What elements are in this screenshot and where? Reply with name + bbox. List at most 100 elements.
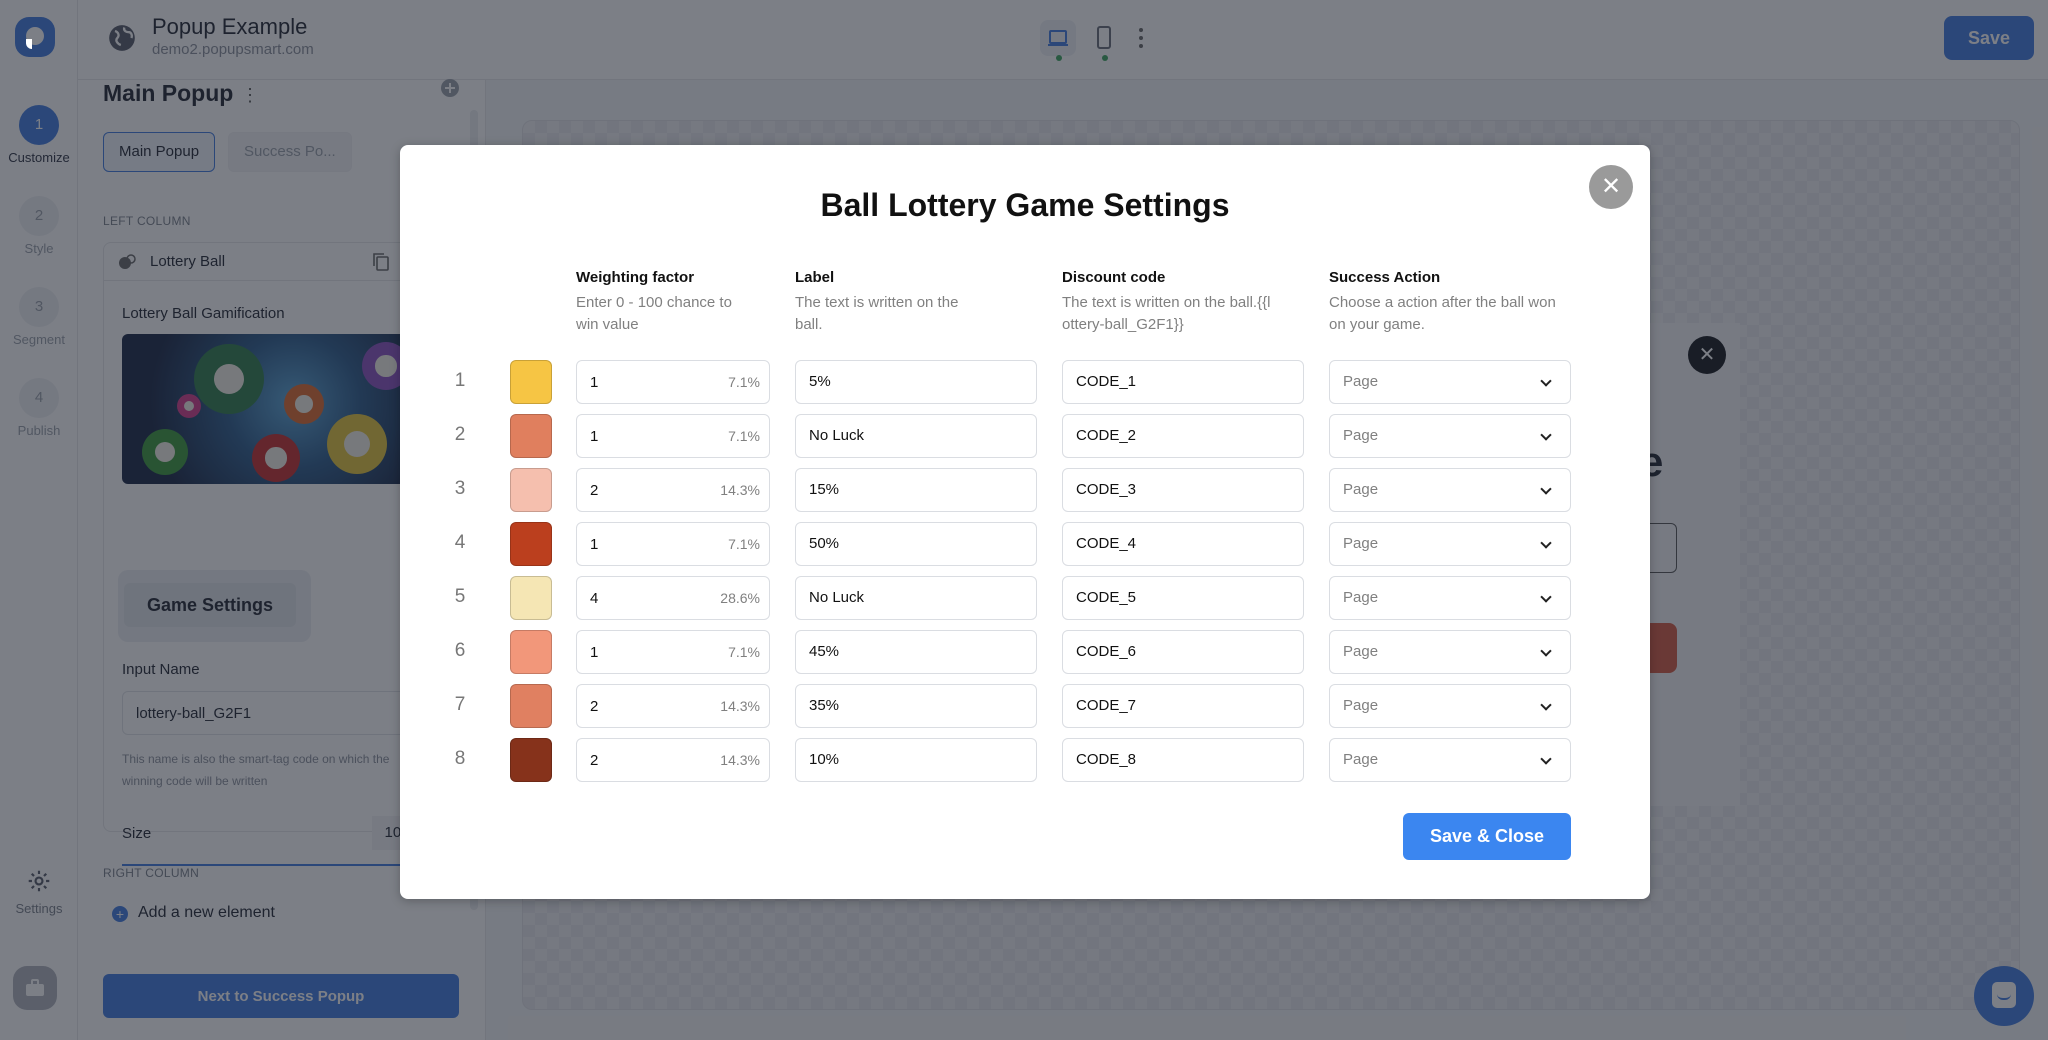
prize-row: 4 1 7.1% 50% CODE_4 Page	[400, 522, 1650, 566]
selected-action: Page	[1343, 427, 1379, 444]
ball-color-swatch[interactable]	[510, 576, 552, 620]
selected-action: Page	[1343, 481, 1379, 498]
row-index: 2	[454, 424, 466, 445]
label-input[interactable]: 45%	[795, 630, 1037, 674]
chevron-down-icon	[1540, 591, 1552, 603]
weight-percent: 14.3%	[720, 482, 760, 498]
selected-action: Page	[1343, 373, 1379, 390]
weight-value: 4	[590, 590, 599, 607]
modal-title: Ball Lottery Game Settings	[820, 187, 1230, 223]
column-header-success-action: Success Action Choose a action after the…	[1329, 269, 1559, 336]
row-index: 1	[454, 370, 466, 391]
discount-code-input[interactable]: CODE_6	[1062, 630, 1304, 674]
weight-percent: 7.1%	[728, 536, 760, 552]
row-index: 6	[454, 640, 466, 661]
selected-action: Page	[1343, 697, 1379, 714]
prize-row: 5 4 28.6% No Luck CODE_5 Page	[400, 576, 1650, 620]
weight-value: 2	[590, 752, 599, 769]
column-description: The text is written on the ball.	[795, 294, 959, 333]
ball-color-swatch[interactable]	[510, 630, 552, 674]
ball-color-swatch[interactable]	[510, 360, 552, 404]
label-input[interactable]: No Luck	[795, 576, 1037, 620]
weight-value: 1	[590, 644, 599, 661]
selected-action: Page	[1343, 643, 1379, 660]
selected-action: Page	[1343, 535, 1379, 552]
label-input[interactable]: 10%	[795, 738, 1037, 782]
chevron-down-icon	[1540, 483, 1552, 495]
weight-input[interactable]: 1 7.1%	[576, 414, 770, 458]
weight-input[interactable]: 1 7.1%	[576, 360, 770, 404]
weight-percent: 7.1%	[728, 428, 760, 444]
close-icon: ✕	[1600, 173, 1622, 200]
weight-value: 1	[590, 374, 599, 391]
column-header-discount-code: Discount code The text is written on the…	[1062, 269, 1272, 336]
ball-color-swatch[interactable]	[510, 522, 552, 566]
weight-input[interactable]: 2 14.3%	[576, 468, 770, 512]
column-heading: Success Action	[1329, 269, 1441, 286]
weight-input[interactable]: 1 7.1%	[576, 522, 770, 566]
prize-row: 2 1 7.1% No Luck CODE_2 Page	[400, 414, 1650, 458]
ball-color-swatch[interactable]	[510, 738, 552, 782]
label-input[interactable]: 50%	[795, 522, 1037, 566]
success-action-select[interactable]: Page	[1329, 468, 1571, 512]
column-description: The text is written on the ball.{{lotter…	[1062, 294, 1271, 333]
discount-code-input[interactable]: CODE_1	[1062, 360, 1304, 404]
success-action-select[interactable]: Page	[1329, 576, 1571, 620]
game-settings-modal: Ball Lottery Game Settings ✕ Weighting f…	[400, 145, 1650, 899]
prize-row: 3 2 14.3% 15% CODE_3 Page	[400, 468, 1650, 512]
column-description: Choose a action after the ball won on yo…	[1329, 294, 1556, 333]
chevron-down-icon	[1540, 429, 1552, 441]
label-input[interactable]: 5%	[795, 360, 1037, 404]
column-description: Enter 0 - 100 chance to win value	[576, 294, 732, 333]
close-modal-button[interactable]: ✕	[1589, 165, 1633, 209]
discount-code-input[interactable]: CODE_7	[1062, 684, 1304, 728]
weight-value: 2	[590, 482, 599, 499]
column-heading: Discount code	[1062, 269, 1166, 286]
column-heading: Weighting factor	[576, 269, 695, 286]
prize-row: 8 2 14.3% 10% CODE_8 Page	[400, 738, 1650, 782]
chevron-down-icon	[1540, 375, 1552, 387]
weight-value: 1	[590, 536, 599, 553]
weight-input[interactable]: 2 14.3%	[576, 738, 770, 782]
weight-input[interactable]: 2 14.3%	[576, 684, 770, 728]
row-index: 7	[454, 694, 466, 715]
weight-input[interactable]: 4 28.6%	[576, 576, 770, 620]
prize-row: 7 2 14.3% 35% CODE_7 Page	[400, 684, 1650, 728]
prize-row: 6 1 7.1% 45% CODE_6 Page	[400, 630, 1650, 674]
selected-action: Page	[1343, 751, 1379, 768]
ball-color-swatch[interactable]	[510, 468, 552, 512]
label-input[interactable]: No Luck	[795, 414, 1037, 458]
column-heading: Label	[795, 269, 835, 286]
weight-percent: 7.1%	[728, 644, 760, 660]
weight-value: 1	[590, 428, 599, 445]
success-action-select[interactable]: Page	[1329, 360, 1571, 404]
discount-code-input[interactable]: CODE_3	[1062, 468, 1304, 512]
row-index: 5	[454, 586, 466, 607]
weight-percent: 28.6%	[720, 590, 760, 606]
discount-code-input[interactable]: CODE_5	[1062, 576, 1304, 620]
success-action-select[interactable]: Page	[1329, 414, 1571, 458]
label-input[interactable]: 35%	[795, 684, 1037, 728]
weight-percent: 7.1%	[728, 374, 760, 390]
ball-color-swatch[interactable]	[510, 414, 552, 458]
discount-code-input[interactable]: CODE_4	[1062, 522, 1304, 566]
column-header-weighting: Weighting factor Enter 0 - 100 chance to…	[576, 269, 746, 336]
ball-color-swatch[interactable]	[510, 684, 552, 728]
selected-action: Page	[1343, 589, 1379, 606]
weight-input[interactable]: 1 7.1%	[576, 630, 770, 674]
chevron-down-icon	[1540, 645, 1552, 657]
row-index: 3	[454, 478, 466, 499]
weight-percent: 14.3%	[720, 752, 760, 768]
save-and-close-button[interactable]: Save & Close	[1403, 813, 1571, 860]
success-action-select[interactable]: Page	[1329, 630, 1571, 674]
success-action-select[interactable]: Page	[1329, 738, 1571, 782]
weight-value: 2	[590, 698, 599, 715]
weight-percent: 14.3%	[720, 698, 760, 714]
discount-code-input[interactable]: CODE_2	[1062, 414, 1304, 458]
discount-code-input[interactable]: CODE_8	[1062, 738, 1304, 782]
chevron-down-icon	[1540, 537, 1552, 549]
chevron-down-icon	[1540, 753, 1552, 765]
success-action-select[interactable]: Page	[1329, 522, 1571, 566]
label-input[interactable]: 15%	[795, 468, 1037, 512]
success-action-select[interactable]: Page	[1329, 684, 1571, 728]
